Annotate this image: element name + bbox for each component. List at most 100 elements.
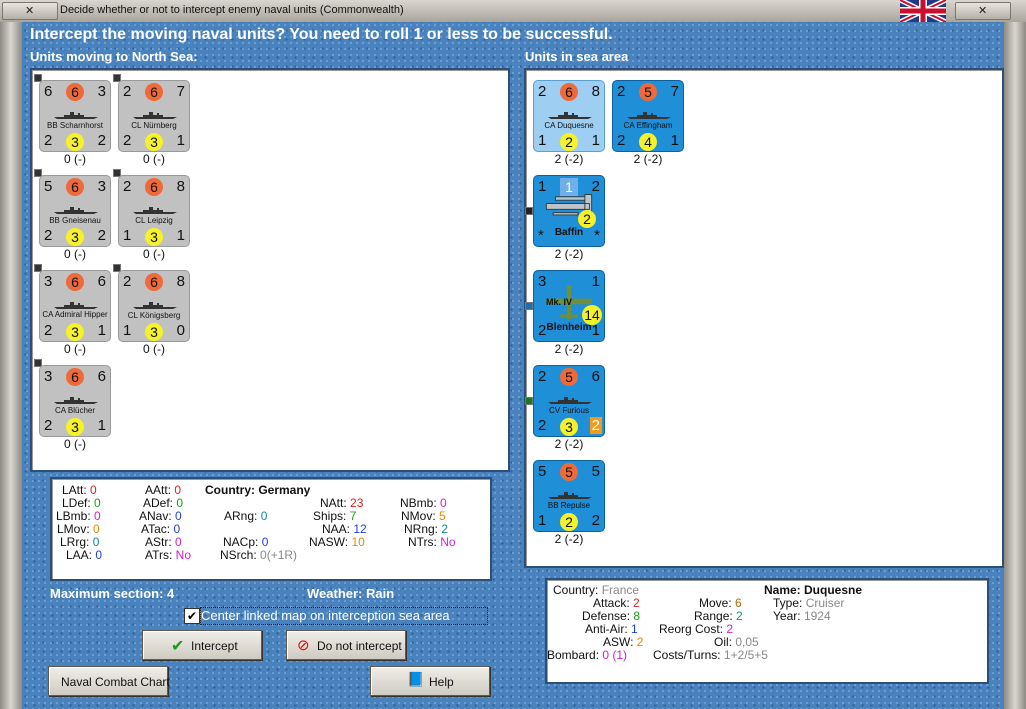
unit-strength-label: 2 (-2) — [554, 532, 584, 546]
top-center-value: 6 — [66, 273, 84, 291]
sea_units-unit[interactable]: 1 1 2 Baffin * 2 * 2 (-2) — [525, 175, 607, 261]
unit-counter[interactable]: 5 6 3 BB Gneisenau 2 3 2 — [39, 175, 111, 247]
center-map-label[interactable]: Center linked map on interception sea ar… — [200, 607, 488, 625]
unit-strength-label: 2 (-2) — [633, 152, 663, 166]
maximum-section: Maximum section: 4 — [50, 586, 175, 601]
sea_units-unit[interactable]: 5 5 5 BB Repulse 1 2 2 2 (-2) — [533, 460, 607, 546]
bottom-center-value: 3 — [66, 418, 84, 436]
unit-counter[interactable]: 2 6 7 CL Nürnberg 2 3 1 — [118, 80, 190, 152]
moving_units-unit[interactable]: 5 6 3 BB Gneisenau 2 3 2 0 (-) — [34, 169, 113, 261]
bottom-center-value: 2 — [560, 133, 578, 151]
moving_units-unit[interactable]: 2 6 8 CL Königsberg 1 3 0 0 (-) — [113, 264, 192, 356]
bottom-right-value: 1 — [591, 132, 600, 149]
unit-strength-label: 0 (-) — [64, 437, 86, 451]
top-right-value: 8 — [176, 178, 185, 195]
bottom-center-value: 3 — [66, 323, 84, 341]
window-title: Decide whether or not to intercept enemy… — [60, 4, 404, 16]
bottom-right-value: 1 — [670, 132, 679, 149]
top-right-value: 3 — [97, 83, 106, 100]
top-left-value: 3 — [44, 273, 53, 290]
unit-counter[interactable]: 3 6 6 CA Blücher 2 3 1 — [39, 365, 111, 437]
warship-icon — [54, 397, 98, 404]
top-left-value: 2 — [617, 83, 626, 100]
sea_units-unit[interactable]: 3 1 Mk. IV Blenheim 2 14 1 2 (-2) — [525, 270, 607, 356]
bottom-left-value: 2 — [44, 227, 53, 244]
unit-strength-label: 0 (-) — [64, 342, 86, 356]
intercept-button[interactable]: ✔ Intercept — [142, 630, 262, 660]
unit-strength-label: 2 (-2) — [554, 247, 584, 261]
left-frame-border — [0, 22, 22, 709]
sea_units-unit[interactable]: 2 5 7 CA Effingham 2 4 1 2 (-2) — [612, 80, 686, 166]
unit-info-box: Country: France Attack: 2 Defense: 8 Ant… — [545, 578, 989, 684]
unit-counter[interactable]: 2 6 8 CL Königsberg 1 3 0 — [118, 270, 190, 342]
moving_units-unit[interactable]: 2 6 7 CL Nürnberg 2 3 1 0 (-) — [113, 74, 192, 166]
bottom-center-value: 3 — [145, 133, 163, 151]
unit-counter[interactable]: 2 5 6 CV Furious 2 3 2 — [533, 365, 605, 437]
sea_units-unit[interactable]: 2 5 6 CV Furious 2 3 2 2 (-2) — [525, 365, 607, 451]
page-title: Intercept the moving naval units? You ne… — [30, 26, 613, 43]
unit-strength-label: 0 (-) — [64, 247, 86, 261]
unit-strength-label: 2 (-2) — [554, 342, 584, 356]
warship-icon — [54, 207, 98, 214]
sea-units-list[interactable]: 2 6 8 CA Duquesne 1 2 1 2 (-2) 2 5 7 CA Effingham 2 4… — [524, 68, 1004, 568]
help-button[interactable]: 📘 Help — [370, 666, 490, 696]
close-icon: ✕ — [978, 5, 988, 17]
unit-counter[interactable]: 3 1 Mk. IV Blenheim 2 14 1 — [533, 270, 605, 342]
top-left-value: 2 — [123, 273, 132, 290]
top-right-value: 6 — [97, 368, 106, 385]
unit-counter[interactable]: 2 6 8 CA Duquesne 1 2 1 — [533, 80, 605, 152]
top-left-value: 5 — [44, 178, 53, 195]
bottom-center-value: 4 — [639, 133, 657, 151]
weather-label: Weather: Rain — [307, 586, 395, 601]
do-not-intercept-button[interactable]: ⊘ Do not intercept — [286, 630, 406, 660]
unit-strength-label: 2 (-2) — [554, 437, 584, 451]
center-map-checkbox[interactable]: ✔ — [184, 608, 200, 624]
selection-marker — [525, 207, 533, 215]
top-center-value: 6 — [66, 178, 84, 196]
moving_units-unit[interactable]: 3 6 6 CA Admiral Hipper 2 3 1 0 (-) — [34, 264, 113, 356]
unit-counter[interactable]: 6 6 3 BB Scharnhorst 2 3 2 — [39, 80, 111, 152]
bottom-right-value: 1 — [591, 322, 600, 339]
unit-name: BB Repulse — [547, 501, 591, 510]
unit-name: CA Blücher — [54, 406, 96, 415]
bottom-right-value: 1 — [97, 417, 106, 434]
top-center-value: 6 — [560, 83, 578, 101]
top-center-value: 6 — [66, 368, 84, 386]
bottom-right-value: 2 — [97, 227, 106, 244]
unit-counter[interactable]: 2 5 7 CA Effingham 2 4 1 — [612, 80, 684, 152]
warship-icon — [133, 207, 177, 214]
bottom-left-value: 2 — [44, 322, 53, 339]
top-left-value: 2 — [538, 368, 547, 385]
bottom-center-value: 2 — [578, 210, 596, 228]
moving_units-unit[interactable]: 3 6 6 CA Blücher 2 3 1 0 (-) — [34, 359, 113, 451]
bottom-right-value: * — [594, 227, 600, 244]
bottom-left-value: 2 — [44, 417, 53, 434]
top-right-value: 5 — [591, 463, 600, 480]
unit-counter[interactable]: 2 6 8 CL Leipzig 1 3 1 — [118, 175, 190, 247]
stack-stats-box: LAtt: 0 LDef: 0 LBmb: 0 LMov: 0 LRrg: 0 … — [50, 477, 492, 581]
top-right-value: 7 — [670, 83, 679, 100]
moving_units-unit[interactable]: 6 6 3 BB Scharnhorst 2 3 2 0 (-) — [34, 74, 113, 166]
unit-counter[interactable]: 3 6 6 CA Admiral Hipper 2 3 1 — [39, 270, 111, 342]
window-menu-button[interactable]: ✕ — [2, 2, 58, 20]
help-book-icon: 📘 — [407, 671, 425, 687]
window-close-button[interactable]: ✕ — [955, 2, 1011, 20]
bottom-right-value: 2 — [591, 512, 600, 529]
bottom-left-value: 2 — [617, 132, 626, 149]
unit-counter[interactable]: 1 1 2 Baffin * 2 * — [533, 175, 605, 247]
unit-strength-label: 0 (-) — [64, 152, 86, 166]
moving-units-list[interactable]: 6 6 3 BB Scharnhorst 2 3 2 0 (-) 2 6 7 CL Nürnberg 2… — [30, 68, 510, 472]
bottom-left-value: 2 — [538, 322, 547, 339]
unit-name: BB Gneisenau — [49, 216, 101, 225]
moving_units-unit[interactable]: 2 6 8 CL Leipzig 1 3 1 0 (-) — [113, 169, 192, 261]
unit-strength-label: 0 (-) — [143, 342, 165, 356]
bottom-center-value: 3 — [560, 418, 578, 436]
unit-counter[interactable]: 5 5 5 BB Repulse 1 2 2 — [533, 460, 605, 532]
right-frame-border — [1004, 22, 1026, 709]
warship-icon — [54, 112, 98, 119]
naval-combat-chart-button[interactable]: Naval Combat Chart — [48, 666, 170, 696]
sea_units-unit[interactable]: 2 6 8 CA Duquesne 1 2 1 2 (-2) — [533, 80, 607, 166]
unit-strength-label: 0 (-) — [143, 152, 165, 166]
bottom-left-value: 1 — [538, 512, 547, 529]
title-bar: ✕ Decide whether or not to intercept ene… — [0, 0, 1026, 23]
